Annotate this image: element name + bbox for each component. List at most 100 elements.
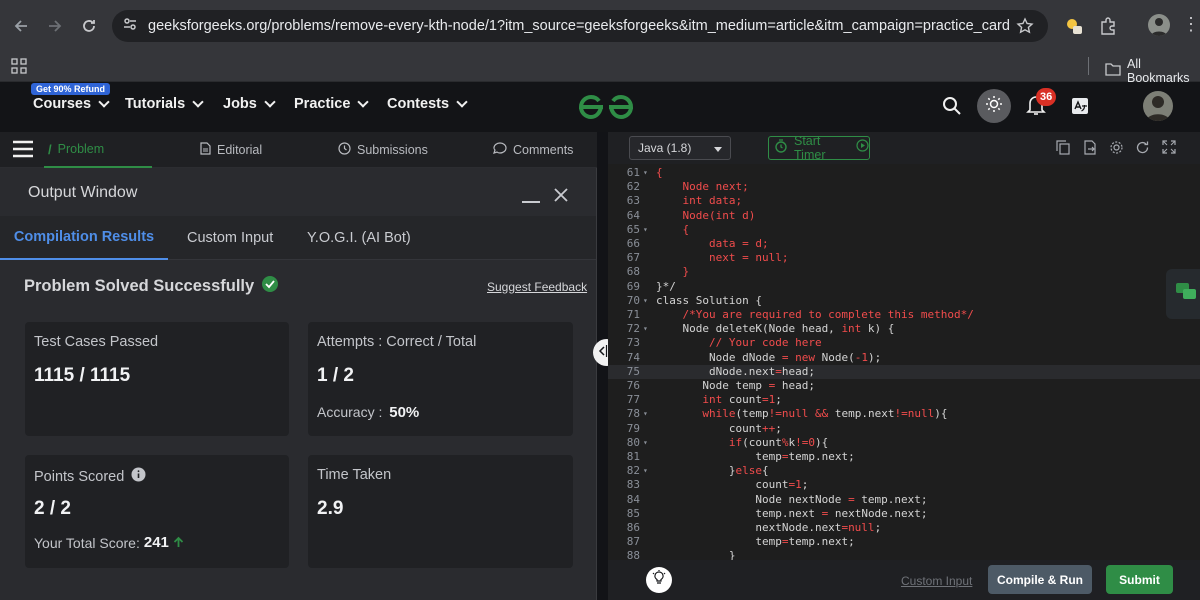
code-line[interactable]: 77 int count=1;: [608, 393, 1200, 407]
code-line[interactable]: 63 int data;: [608, 194, 1200, 208]
suggest-feedback-link[interactable]: Suggest Feedback: [487, 280, 587, 294]
back-arrow-icon[interactable]: [4, 9, 38, 43]
tab-problem[interactable]: / Problem: [44, 132, 152, 168]
line-number: 68: [626, 265, 640, 279]
code-line[interactable]: 75 dNode.next=head;: [608, 364, 1200, 379]
line-number: 64: [626, 208, 640, 222]
notification-count-badge: 36: [1036, 88, 1057, 106]
fold-caret-icon[interactable]: ▾: [643, 322, 648, 336]
code-text: }: [656, 265, 690, 279]
address-bar[interactable]: geeksforgeeks.org/problems/remove-every-…: [112, 10, 1048, 42]
code-line[interactable]: 74 Node dNode = new Node(-1);: [608, 351, 1200, 365]
code-line[interactable]: 72 ▾ Node deleteK(Node head, int k) {: [608, 322, 1200, 336]
code-line[interactable]: 88 }: [608, 549, 1200, 560]
tab-editorial[interactable]: Editorial: [200, 132, 262, 168]
all-bookmarks-button[interactable]: All Bookmarks: [1105, 57, 1200, 85]
time-taken-value: 2.9: [317, 498, 344, 519]
menu-courses[interactable]: Courses: [33, 95, 110, 112]
file-upload-icon[interactable]: [1083, 140, 1097, 160]
total-score-label: Your Total Score:: [34, 534, 140, 551]
output-window: Output Window Compilation Results Custom…: [0, 168, 600, 600]
line-number: 72: [626, 322, 640, 336]
extensions-puzzle-icon[interactable]: [1099, 17, 1117, 40]
code-line[interactable]: 67 next = null;: [608, 251, 1200, 265]
tab-compilation-results[interactable]: Compilation Results: [0, 216, 168, 260]
minimize-icon[interactable]: [522, 201, 540, 203]
code-line[interactable]: 79 count++;: [608, 422, 1200, 436]
fold-caret-icon[interactable]: ▾: [643, 407, 648, 421]
apps-grid-icon[interactable]: [11, 58, 27, 79]
hamburger-menu-icon[interactable]: [12, 139, 34, 164]
fold-caret-icon[interactable]: ▾: [643, 223, 648, 237]
line-number: 74: [626, 350, 640, 364]
start-timer-button[interactable]: Start Timer: [768, 134, 870, 162]
code-line[interactable]: 82 ▾ }else{: [608, 464, 1200, 478]
code-line[interactable]: 84 Node nextNode = temp.next;: [608, 493, 1200, 507]
code-line[interactable]: 85 temp.next = nextNode.next;: [608, 507, 1200, 521]
more-menu-icon[interactable]: ⋮: [1182, 15, 1200, 33]
code-line[interactable]: 64 Node(int d): [608, 209, 1200, 223]
hint-lightbulb-button[interactable]: [646, 567, 672, 593]
menu-practice[interactable]: Practice: [294, 95, 370, 112]
code-line[interactable]: 83 count=1;: [608, 478, 1200, 492]
line-number: 73: [626, 336, 640, 350]
code-line[interactable]: 78 ▾ while(temp!=null && temp.next!=null)…: [608, 407, 1200, 421]
submit-button[interactable]: Submit: [1106, 565, 1173, 594]
fold-caret-icon[interactable]: ▾: [643, 436, 648, 450]
reset-icon[interactable]: [1135, 140, 1150, 160]
code-line[interactable]: 87 temp=temp.next;: [608, 535, 1200, 549]
menu-contests[interactable]: Contests: [387, 95, 468, 112]
extension-icon[interactable]: [1064, 16, 1084, 41]
close-icon[interactable]: [553, 187, 569, 208]
code-line[interactable]: 71 /*You are required to complete this m…: [608, 308, 1200, 322]
code-line[interactable]: 65 ▾ {: [608, 223, 1200, 237]
code-line[interactable]: 69}*/: [608, 280, 1200, 294]
theme-toggle-button[interactable]: [977, 89, 1011, 123]
tab-submissions[interactable]: Submissions: [338, 132, 428, 168]
menu-jobs[interactable]: Jobs: [223, 95, 276, 112]
fullscreen-icon[interactable]: [1162, 140, 1176, 159]
refund-badge: Get 90% Refund: [31, 83, 111, 95]
menu-tutorials[interactable]: Tutorials: [125, 95, 204, 112]
accuracy-row: Accuracy : 50%: [317, 404, 419, 421]
compile-run-button[interactable]: Compile & Run: [988, 565, 1092, 594]
custom-input-link[interactable]: Custom Input: [901, 574, 972, 588]
code-text: temp.next = nextNode.next;: [656, 506, 928, 520]
code-line[interactable]: 61 ▾ {: [608, 166, 1200, 180]
settings-gear-icon[interactable]: [1109, 140, 1124, 160]
user-avatar[interactable]: [1143, 91, 1173, 121]
code-line[interactable]: 86 nextNode.next=null;: [608, 521, 1200, 535]
profile-avatar[interactable]: [1148, 14, 1170, 36]
fold-caret-icon[interactable]: ▾: [643, 294, 648, 308]
code-text: temp=temp.next;: [656, 535, 855, 549]
line-number: 84: [626, 492, 640, 506]
fold-caret-icon[interactable]: ▾: [643, 166, 648, 180]
code-line[interactable]: 68 }: [608, 265, 1200, 279]
tab-custom-input[interactable]: Custom Input: [187, 216, 273, 260]
reload-icon[interactable]: [72, 9, 106, 43]
fold-caret-icon[interactable]: ▾: [643, 464, 648, 478]
bookmark-star-icon[interactable]: [1016, 17, 1034, 40]
code-line[interactable]: 62 Node next;: [608, 180, 1200, 194]
accuracy-label: Accuracy :: [317, 404, 383, 420]
code-line[interactable]: 73 // Your code here: [608, 336, 1200, 350]
code-line[interactable]: 80 ▾ if(count%k!=0){: [608, 436, 1200, 450]
site-settings-icon[interactable]: [122, 16, 138, 37]
info-icon[interactable]: [131, 467, 146, 486]
code-line[interactable]: 76 Node temp = head;: [608, 379, 1200, 393]
search-icon[interactable]: [942, 96, 962, 121]
code-text: count++;: [656, 421, 782, 435]
code-editor[interactable]: 61 ▾{62 Node next; 63 int data; 64 Node(int…: [608, 164, 1200, 560]
code-line[interactable]: 70 ▾ class Solution {: [608, 294, 1200, 308]
code-line[interactable]: 66 data = d;: [608, 237, 1200, 251]
gfg-logo[interactable]: [577, 94, 635, 125]
copy-icon[interactable]: [1056, 140, 1070, 160]
tab-comments[interactable]: Comments: [493, 132, 573, 168]
language-select[interactable]: Java (1.8): [629, 136, 731, 160]
chat-widget-button[interactable]: [1166, 269, 1200, 319]
forward-arrow-icon[interactable]: [38, 9, 72, 43]
code-line[interactable]: 81 temp=temp.next;: [608, 450, 1200, 464]
translate-icon[interactable]: [1071, 97, 1089, 120]
points-card: Points Scored 2 / 2 Your Total Score: 24…: [25, 455, 289, 568]
tab-yogi-ai-bot[interactable]: Y.O.G.I. (AI Bot): [307, 216, 411, 260]
